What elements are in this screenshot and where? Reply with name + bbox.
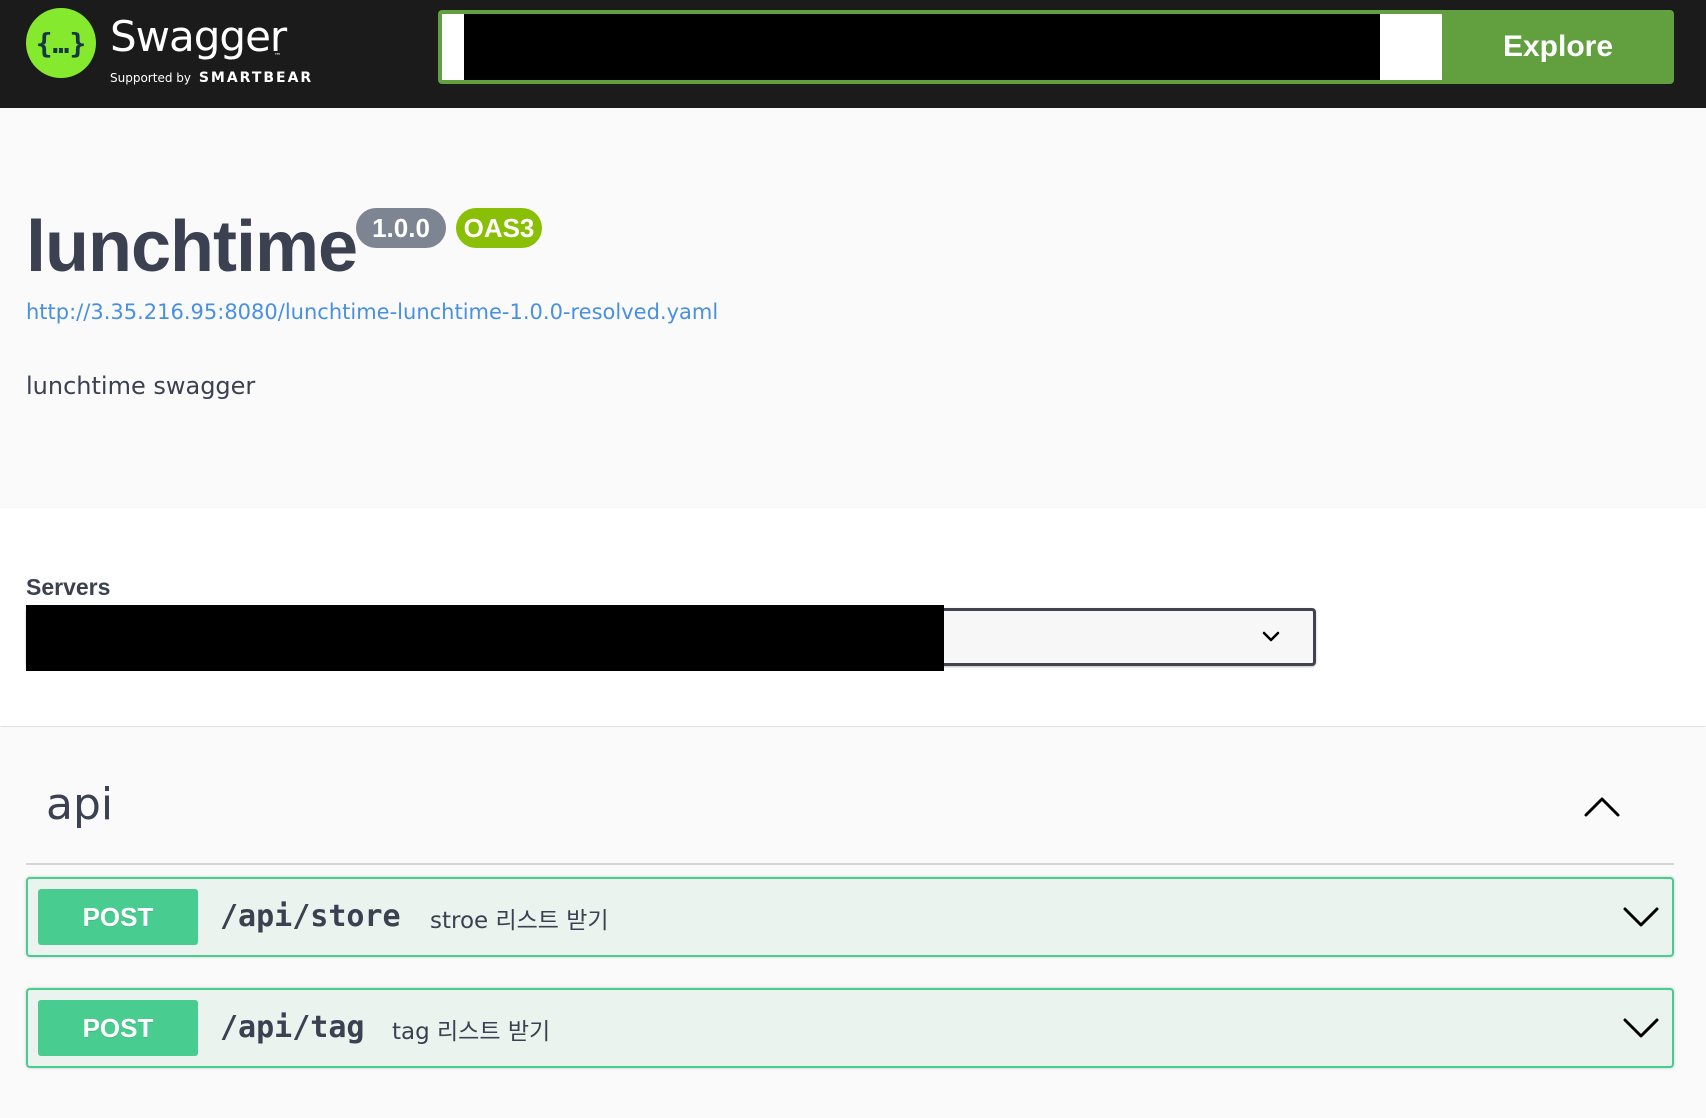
tag-header-api[interactable]: api bbox=[26, 763, 1674, 865]
logo-tagline: Supported by SMARTBEAR bbox=[110, 70, 313, 86]
explore-form: Explore bbox=[438, 10, 1674, 84]
tag-name: api bbox=[46, 779, 114, 830]
swagger-logo[interactable]: {…} Swagger ™ Supported by SMARTBEAR bbox=[26, 8, 316, 94]
info-section: lunchtime 1.0.0 OAS3 http://3.35.216.95:… bbox=[0, 108, 1706, 508]
servers-label: Servers bbox=[26, 574, 111, 600]
method-badge: POST bbox=[38, 1000, 198, 1056]
chevron-down-icon[interactable] bbox=[1622, 1016, 1660, 1040]
operation-post-api-store[interactable]: POST /api/store stroe 리스트 받기 bbox=[26, 877, 1674, 957]
logo-supported-by: Supported by bbox=[110, 71, 191, 85]
svg-text:{…}: {…} bbox=[36, 27, 87, 60]
servers-select[interactable] bbox=[26, 605, 1316, 671]
operation-summary: stroe 리스트 받기 bbox=[430, 908, 609, 934]
chevron-down-icon[interactable] bbox=[1622, 905, 1660, 929]
api-title: lunchtime bbox=[26, 207, 358, 287]
api-description: lunchtime swagger bbox=[26, 372, 256, 400]
operation-path: /api/store bbox=[220, 899, 401, 934]
operation-path: /api/tag bbox=[220, 1010, 365, 1045]
chevron-down-icon bbox=[1262, 631, 1280, 642]
servers-section: Servers bbox=[0, 508, 1706, 726]
redacted-server-overlay bbox=[26, 605, 944, 671]
logo-brand: SMARTBEAR bbox=[198, 70, 314, 86]
oas-badge: OAS3 bbox=[456, 208, 542, 248]
chevron-up-icon[interactable] bbox=[1582, 793, 1622, 819]
version-badge: 1.0.0 bbox=[356, 208, 446, 248]
operation-summary: tag 리스트 받기 bbox=[392, 1019, 551, 1045]
method-badge: POST bbox=[38, 889, 198, 945]
topbar: {…} Swagger ™ Supported by SMARTBEAR Exp… bbox=[0, 0, 1706, 108]
redacted-url-overlay bbox=[464, 14, 1380, 80]
operation-post-api-tag[interactable]: POST /api/tag tag 리스트 받기 bbox=[26, 988, 1674, 1068]
operations-section: api POST /api/store stroe 리스트 받기 POST /a… bbox=[0, 727, 1706, 1118]
spec-url-link[interactable]: http://3.35.216.95:8080/lunchtime-luncht… bbox=[26, 300, 718, 324]
logo-wordmark: Swagger bbox=[110, 12, 287, 61]
explore-button[interactable]: Explore bbox=[1442, 10, 1674, 84]
swagger-logo-icon: {…} bbox=[26, 8, 96, 78]
logo-trademark: ™ bbox=[274, 52, 281, 60]
